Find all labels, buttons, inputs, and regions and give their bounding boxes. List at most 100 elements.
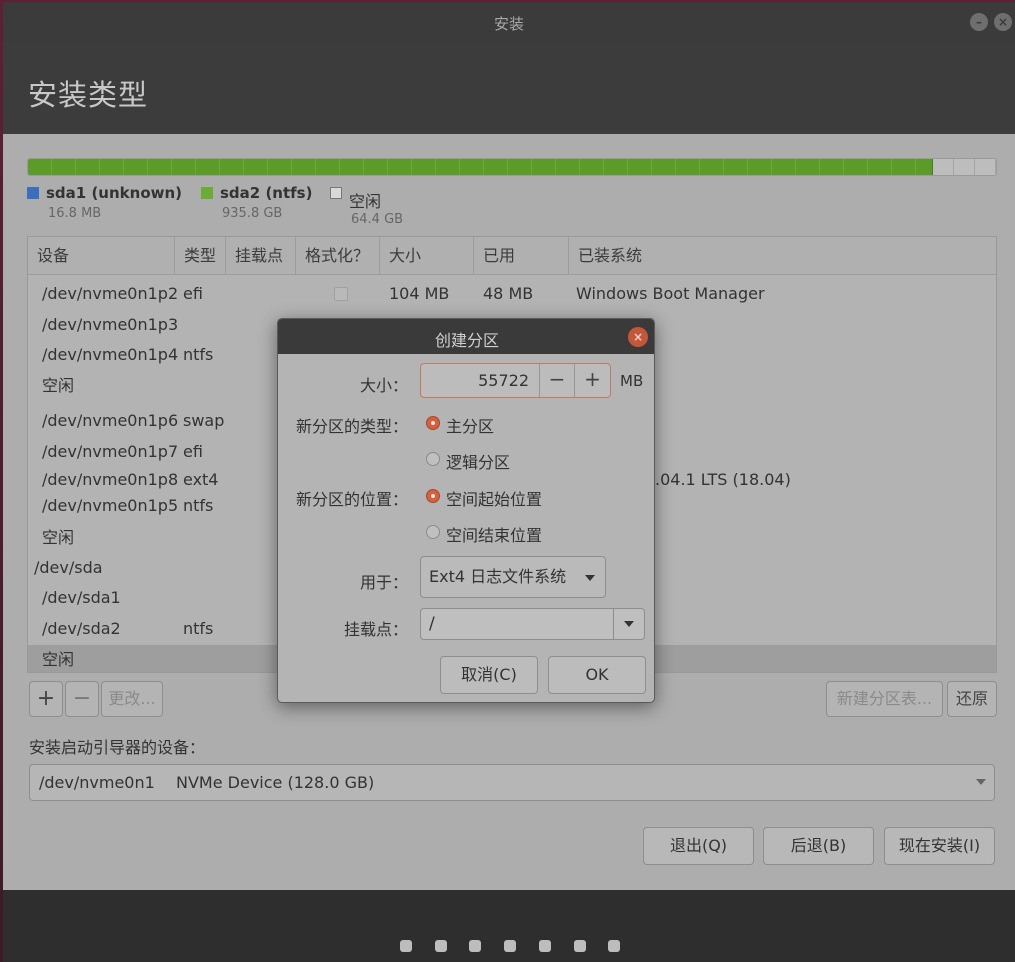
bootloader-label: 安装启动引导器的设备： [29,738,206,757]
dialog-close-icon[interactable]: × [628,327,648,347]
column-header[interactable]: 格式化？ [296,237,380,275]
filesystem-select[interactable]: Ext4 日志文件系统 [420,556,606,598]
system-cell: Windows Boot Manager [576,284,765,303]
mount-point-dropdown-button[interactable] [613,609,644,639]
legend-swatch [330,187,342,199]
step-indicator-dot [400,940,412,952]
legend-name: 空闲 [349,192,382,211]
legend-size: 64.4 GB [351,212,404,227]
step-indicator-dot [504,940,517,952]
step-indicator-dot [538,940,551,952]
device-cell: 空闲 [42,528,75,547]
column-header[interactable]: 大小 [380,237,474,275]
device-cell: /dev/nvme0n1p4 [42,345,179,364]
device-cell: /dev/nvme0n1p5 [42,496,179,515]
disk-bar-free-segment [933,159,996,175]
type-cell: ntfs [183,345,214,364]
legend-swatch [27,187,39,199]
chevron-down-icon [585,575,595,581]
format-checkbox[interactable] [334,287,348,301]
new-partition-table-button[interactable]: 新建分区表... [826,681,943,717]
size-spinbutton[interactable]: − + [420,363,611,398]
minimize-icon[interactable]: – [970,13,988,31]
bootloader-device: /dev/nvme0n1 [39,773,155,792]
disk-bar-sda2-segment [28,159,934,175]
remove-partition-button[interactable]: − [65,681,99,717]
chevron-down-icon [624,621,634,627]
legend-size: 935.8 GB [222,206,283,221]
radio-location-end[interactable] [426,525,440,539]
window-titlebar: 安装 – × [3,2,1015,42]
device-cell: /dev/nvme0n1p3 [42,315,179,334]
legend-swatch [201,187,213,199]
window-title: 安装 [493,15,524,33]
size-cell: 104 MB [389,284,450,303]
add-partition-button[interactable]: + [29,681,63,717]
create-partition-dialog: 创建分区 × 大小： − + MB 新分区的类型： 主分区 逻辑分区 新分区的位… [277,318,655,703]
radio-location-start[interactable] [426,489,440,503]
page-header: 安装类型 [3,42,1015,134]
type-cell: efi [183,442,203,461]
progress-footer [3,890,1015,962]
screen: 安装 – × 安装类型 sda1 (unknown) 16.8 MB sda2 … [0,0,1015,962]
mount-point-combo[interactable]: / [420,608,645,640]
close-icon[interactable]: × [994,13,1012,31]
device-cell: /dev/nvme0n1p6 [42,411,179,430]
device-cell: 空闲 [42,650,75,669]
used-cell: 48 MB [483,284,534,303]
partition-type-label: 新分区的类型： [295,417,408,436]
increase-size-button[interactable]: + [574,364,610,397]
install-now-button[interactable]: 现在安装(I) [884,827,995,865]
primary-partition-label[interactable]: 主分区 [446,413,494,437]
table-row[interactable]: /dev/nvme0n1p2 efi 104 MB 48 MB Windows Boot… [28,279,996,309]
type-cell: efi [183,284,203,303]
radio-logical-partition[interactable] [426,452,440,466]
column-header[interactable]: 已装系统 [569,237,996,275]
column-header[interactable]: 设备 [28,237,175,275]
legend-name: sda2 (ntfs) [220,184,313,202]
dialog-title: 创建分区 [434,331,499,350]
logical-partition-label[interactable]: 逻辑分区 [446,449,510,473]
size-label: 大小： [359,376,408,395]
chevron-down-icon [976,779,986,785]
disk-usage-bar [27,158,997,176]
back-button[interactable]: 后退(B) [763,827,874,865]
bootloader-device-select[interactable]: /dev/nvme0n1 NVMe Device (128.0 GB) [29,764,995,801]
column-header[interactable]: 已用 [474,237,569,275]
location-end-label[interactable]: 空间结束位置 [446,522,542,546]
step-indicator-dot [608,940,621,952]
ok-button[interactable]: OK [548,656,646,694]
device-cell: /dev/sda2 [42,619,121,638]
legend-name: sda1 (unknown) [46,184,183,202]
cancel-button[interactable]: 取消(C) [440,656,538,694]
step-indicator-dot [573,940,586,952]
device-cell: 空闲 [42,376,75,395]
legend-size: 16.8 MB [48,206,102,221]
type-cell: ntfs [183,619,214,638]
table-header: 设备 类型 挂载点 格式化？ 大小 已用 已装系统 [28,237,996,275]
use-as-label: 用于： [359,573,408,592]
column-header[interactable]: 挂载点 [226,237,296,275]
type-cell: swap [183,411,225,430]
change-partition-button[interactable]: 更改... [101,681,163,717]
location-start-label[interactable]: 空间起始位置 [446,486,542,510]
mount-point-label: 挂载点： [343,620,408,639]
device-cell: /dev/nvme0n1p7 [42,442,179,461]
size-unit: MB [620,372,644,390]
quit-button[interactable]: 退出(Q) [643,827,754,865]
partition-location-label: 新分区的位置： [295,490,408,509]
decrease-size-button[interactable]: − [539,364,574,397]
radio-primary-partition[interactable] [426,416,440,430]
column-header[interactable]: 类型 [175,237,226,275]
device-cell: /dev/nvme0n1p2 [42,284,179,303]
bootloader-device-description: NVMe Device (128.0 GB) [176,773,375,792]
step-indicator-dot [469,940,482,952]
dialog-titlebar: 创建分区 × [278,319,654,354]
page-title: 安装类型 [28,78,149,112]
size-input[interactable] [421,364,529,397]
mount-point-value[interactable]: / [429,609,435,639]
revert-button[interactable]: 还原 [947,681,997,717]
type-cell: ntfs [183,496,214,515]
device-cell: /dev/sda [34,558,103,577]
filesystem-value: Ext4 日志文件系统 [429,567,567,586]
